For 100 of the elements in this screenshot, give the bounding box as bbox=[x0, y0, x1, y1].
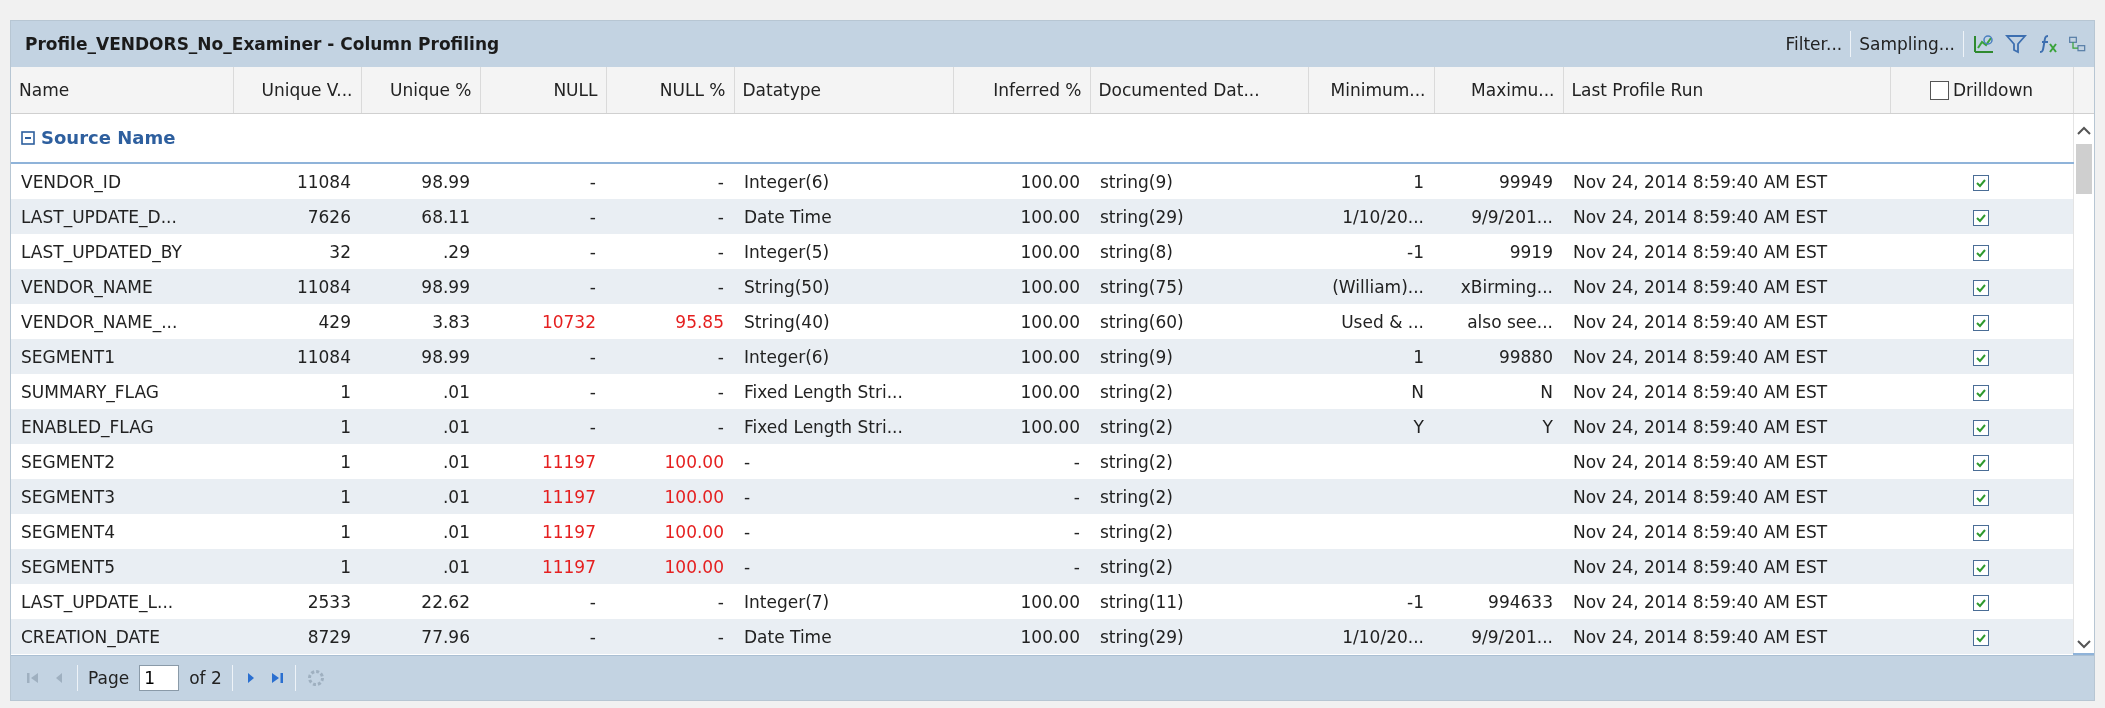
count-cell: 2533 bbox=[233, 584, 361, 619]
percent-cell: 68.11 bbox=[361, 199, 480, 234]
column-header[interactable]: Last Profile Run bbox=[1563, 67, 1890, 114]
page-field[interactable]: 1 bbox=[139, 665, 180, 691]
name-cell: LAST_UPDATE_D... bbox=[11, 199, 233, 234]
date-cell: Nov 24, 2014 8:59:40 AM EST bbox=[1563, 199, 1890, 234]
percent-cell: .01 bbox=[361, 409, 480, 444]
column-header[interactable]: Name bbox=[11, 67, 233, 114]
percent-cell: 100.00 bbox=[606, 479, 734, 514]
percent-cell: 98.99 bbox=[361, 339, 480, 374]
date-cell: Nov 24, 2014 8:59:40 AM EST bbox=[1563, 339, 1890, 374]
percent-cell: - bbox=[606, 199, 734, 234]
checkbox[interactable] bbox=[1929, 81, 1949, 101]
checkbox[interactable] bbox=[1973, 384, 1990, 401]
count-cell: 1 bbox=[233, 479, 361, 514]
date-cell: Nov 24, 2014 8:59:40 AM EST bbox=[1563, 374, 1890, 409]
datatype-cell: Integer(6) bbox=[734, 339, 953, 374]
datatype-cell: String(50) bbox=[734, 269, 953, 304]
null-cell: - bbox=[480, 339, 606, 374]
percent-cell: - bbox=[606, 339, 734, 374]
count-cell: 7626 bbox=[233, 199, 361, 234]
date-cell: Nov 24, 2014 8:59:40 AM EST bbox=[1563, 163, 1890, 199]
name-cell: VENDOR_NAME_... bbox=[11, 304, 233, 339]
checkbox[interactable] bbox=[1973, 524, 1990, 541]
null-cell: 11197 bbox=[480, 514, 606, 549]
datatype-cell: string(8) bbox=[1090, 234, 1308, 269]
date-cell: Nov 24, 2014 8:59:40 AM EST bbox=[1563, 234, 1890, 269]
column-header[interactable]: Minimum... bbox=[1308, 67, 1434, 114]
checkbox[interactable] bbox=[1973, 629, 1990, 646]
date-cell: Nov 24, 2014 8:59:40 AM EST bbox=[1563, 514, 1890, 549]
column-header[interactable]: NULL % bbox=[606, 67, 734, 114]
value-cell: 9/9/201... bbox=[1434, 199, 1563, 234]
percent-cell: - bbox=[606, 374, 734, 409]
column-header[interactable]: NULL bbox=[480, 67, 606, 114]
value-cell: 1 bbox=[1308, 163, 1434, 199]
null-cell: - bbox=[480, 163, 606, 199]
value-cell: (William)... bbox=[1308, 269, 1434, 304]
name-cell: SEGMENT5 bbox=[11, 549, 233, 584]
count-cell: 1 bbox=[233, 374, 361, 409]
checkbox[interactable] bbox=[1973, 314, 1990, 331]
filter-icon[interactable] bbox=[2004, 32, 2028, 56]
count-cell: 11084 bbox=[233, 163, 361, 199]
null-cell: - bbox=[480, 584, 606, 619]
datatype-cell: string(75) bbox=[1090, 269, 1308, 304]
percent-cell: 98.99 bbox=[361, 269, 480, 304]
name-cell: SUMMARY_FLAG bbox=[11, 374, 233, 409]
value-cell: 1/10/20... bbox=[1308, 619, 1434, 654]
percent-cell: 100.00 bbox=[953, 304, 1090, 339]
checkbox[interactable] bbox=[1973, 349, 1990, 366]
column-header[interactable]: Drilldown bbox=[1890, 67, 2073, 114]
scroll-thumb[interactable] bbox=[2075, 144, 2092, 194]
checkbox[interactable] bbox=[1973, 209, 1990, 226]
checkbox[interactable] bbox=[1973, 419, 1990, 436]
column-header[interactable]: Documented Dat... bbox=[1090, 67, 1308, 114]
percent-cell: - bbox=[606, 163, 734, 199]
checkbox[interactable] bbox=[1973, 244, 1990, 261]
percent-cell: 100.00 bbox=[953, 269, 1090, 304]
null-cell: 10732 bbox=[480, 304, 606, 339]
percent-cell: 100.00 bbox=[953, 409, 1090, 444]
checkbox[interactable] bbox=[1973, 279, 1990, 296]
percent-cell: 98.99 bbox=[361, 163, 480, 199]
percent-cell: .01 bbox=[361, 514, 480, 549]
collapse-icon[interactable] bbox=[21, 130, 35, 145]
page-count: of 2 bbox=[189, 668, 222, 688]
percent-cell: - bbox=[606, 234, 734, 269]
percent-cell: .01 bbox=[361, 374, 480, 409]
datatype-cell: string(2) bbox=[1090, 479, 1308, 514]
toolbar-link[interactable]: Filter... bbox=[1785, 34, 1843, 54]
checkbox[interactable] bbox=[1973, 489, 1990, 506]
percent-cell: .01 bbox=[361, 549, 480, 584]
value-cell: N bbox=[1434, 374, 1563, 409]
scroll-down-icon[interactable] bbox=[2076, 639, 2091, 649]
checkbox[interactable] bbox=[1973, 454, 1990, 471]
percent-cell: 100.00 bbox=[953, 619, 1090, 654]
percent-cell: 100.00 bbox=[953, 234, 1090, 269]
scroll-up-icon[interactable] bbox=[2076, 126, 2091, 136]
null-cell: - bbox=[480, 269, 606, 304]
percent-cell: - bbox=[953, 514, 1090, 549]
percent-cell: 100.00 bbox=[953, 584, 1090, 619]
datatype-cell: string(2) bbox=[1090, 409, 1308, 444]
date-cell: Nov 24, 2014 8:59:40 AM EST bbox=[1563, 269, 1890, 304]
datatype-cell: Integer(7) bbox=[734, 584, 953, 619]
null-cell: - bbox=[480, 199, 606, 234]
percent-cell: 100.00 bbox=[953, 199, 1090, 234]
column-header[interactable]: Unique V... bbox=[233, 67, 361, 114]
column-header[interactable]: Inferred % bbox=[953, 67, 1090, 114]
percent-cell: .29 bbox=[361, 234, 480, 269]
scrollbar[interactable] bbox=[2073, 113, 2094, 654]
checkbox[interactable] bbox=[1973, 174, 1990, 191]
percent-cell: 77.96 bbox=[361, 619, 480, 654]
percent-cell: 100.00 bbox=[606, 444, 734, 479]
column-header[interactable]: Datatype bbox=[734, 67, 953, 114]
chart-export-icon[interactable] bbox=[1972, 32, 1996, 56]
column-header[interactable]: Maximu... bbox=[1434, 67, 1563, 114]
checkbox[interactable] bbox=[1973, 594, 1990, 611]
toolbar-link[interactable]: Sampling... bbox=[1859, 34, 1955, 54]
count-cell: 32 bbox=[233, 234, 361, 269]
checkbox[interactable] bbox=[1973, 559, 1990, 576]
column-header[interactable]: Unique % bbox=[361, 67, 480, 114]
window-title: Profile_VENDORS_No_Examiner - Column Profiling bbox=[25, 34, 500, 54]
